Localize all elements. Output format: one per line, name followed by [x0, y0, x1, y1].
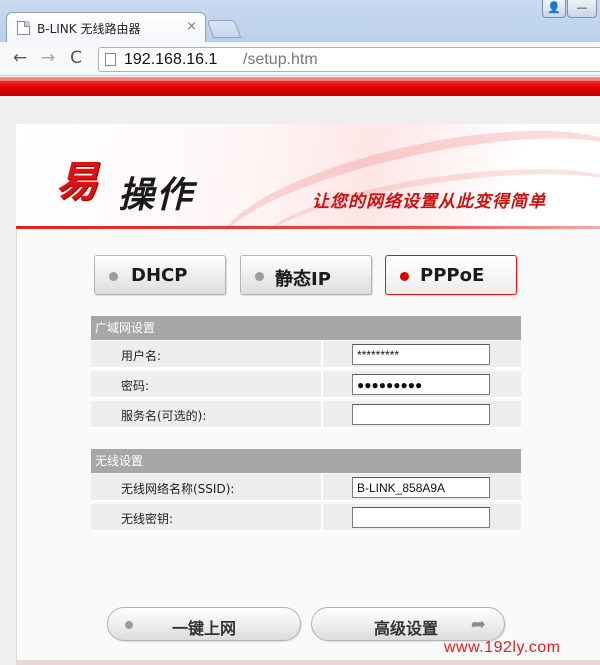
banner-divider: [16, 226, 600, 229]
back-arrow-icon[interactable]: ←: [10, 49, 30, 69]
mode-dhcp-button[interactable]: DHCP: [94, 255, 226, 295]
mode-pppoe-button[interactable]: PPPoE: [385, 255, 517, 295]
tab-title: B-LINK 无线路由器: [37, 22, 141, 36]
password-label: 密码:: [121, 379, 150, 393]
browser-tab[interactable]: B-LINK 无线路由器 ×: [6, 12, 206, 42]
page-favicon-icon: [17, 21, 30, 35]
arrow-right-icon: ➦: [470, 614, 486, 635]
connect-label: 一键上网: [172, 619, 237, 638]
button-dot-icon: [125, 621, 133, 629]
ssid-label: 无线网络名称(SSID):: [121, 482, 235, 496]
banner: [16, 124, 600, 230]
radio-dot-icon: [109, 272, 118, 281]
row-divider: [321, 371, 323, 397]
wireless-section-header: 无线设置: [91, 449, 521, 473]
wireless-key-row: 无线密钥:: [91, 504, 521, 532]
radio-dot-icon: [255, 272, 264, 281]
username-input[interactable]: [352, 344, 490, 365]
row-divider: [321, 401, 323, 427]
row-divider: [321, 341, 323, 367]
ssid-input[interactable]: [352, 477, 490, 498]
wireless-key-label: 无线密钥:: [121, 512, 174, 526]
watermark: www.192ly.com: [444, 639, 561, 656]
banner-logo-sub: 操作: [118, 174, 195, 216]
banner-slogan: 让您的网络设置从此变得简单: [312, 192, 546, 212]
user-icon: 👤: [547, 1, 561, 14]
reload-icon[interactable]: C: [66, 49, 86, 69]
mode-label: DHCP: [131, 265, 188, 286]
header-bar-shine: [0, 77, 600, 81]
wireless-key-input[interactable]: [352, 507, 490, 528]
wan-section-header: 广域网设置: [91, 316, 521, 340]
mode-label: PPPoE: [420, 265, 485, 286]
minimize-button[interactable]: —: [567, 0, 597, 18]
minimize-icon: —: [576, 1, 588, 14]
wireless-ssid-row: 无线网络名称(SSID):: [91, 474, 521, 502]
url-host: 192.168.16.1: [124, 51, 218, 68]
service-name-input[interactable]: [352, 404, 490, 425]
password-input[interactable]: [352, 374, 490, 395]
radio-dot-active-icon: [400, 272, 409, 281]
wan-username-row: 用户名:: [91, 341, 521, 369]
row-divider: [321, 474, 323, 500]
bottom-divider: [16, 660, 600, 665]
url-path: /setup.htm: [243, 51, 318, 68]
user-profile-button[interactable]: 👤: [542, 0, 566, 18]
wan-service-name-row: 服务名(可选的):: [91, 401, 521, 429]
mode-label: 静态IP: [275, 269, 331, 290]
page-icon: [105, 53, 116, 66]
one-click-connect-button[interactable]: 一键上网: [107, 607, 301, 641]
row-divider: [321, 504, 323, 530]
advanced-settings-button[interactable]: 高级设置 ➦: [311, 607, 505, 641]
advanced-label: 高级设置: [374, 619, 439, 638]
mode-static-ip-button[interactable]: 静态IP: [240, 255, 372, 295]
address-bar[interactable]: 192.168.16.1 /setup.htm: [98, 47, 600, 72]
banner-logo-main: 易: [56, 157, 101, 206]
service-name-label: 服务名(可选的):: [121, 409, 207, 423]
username-label: 用户名:: [121, 349, 162, 363]
wan-password-row: 密码:: [91, 371, 521, 399]
tab-close-icon[interactable]: ×: [186, 19, 197, 34]
forward-arrow-icon[interactable]: →: [38, 49, 58, 69]
browser-toolbar: ← → C 192.168.16.1 /setup.htm: [0, 42, 600, 76]
